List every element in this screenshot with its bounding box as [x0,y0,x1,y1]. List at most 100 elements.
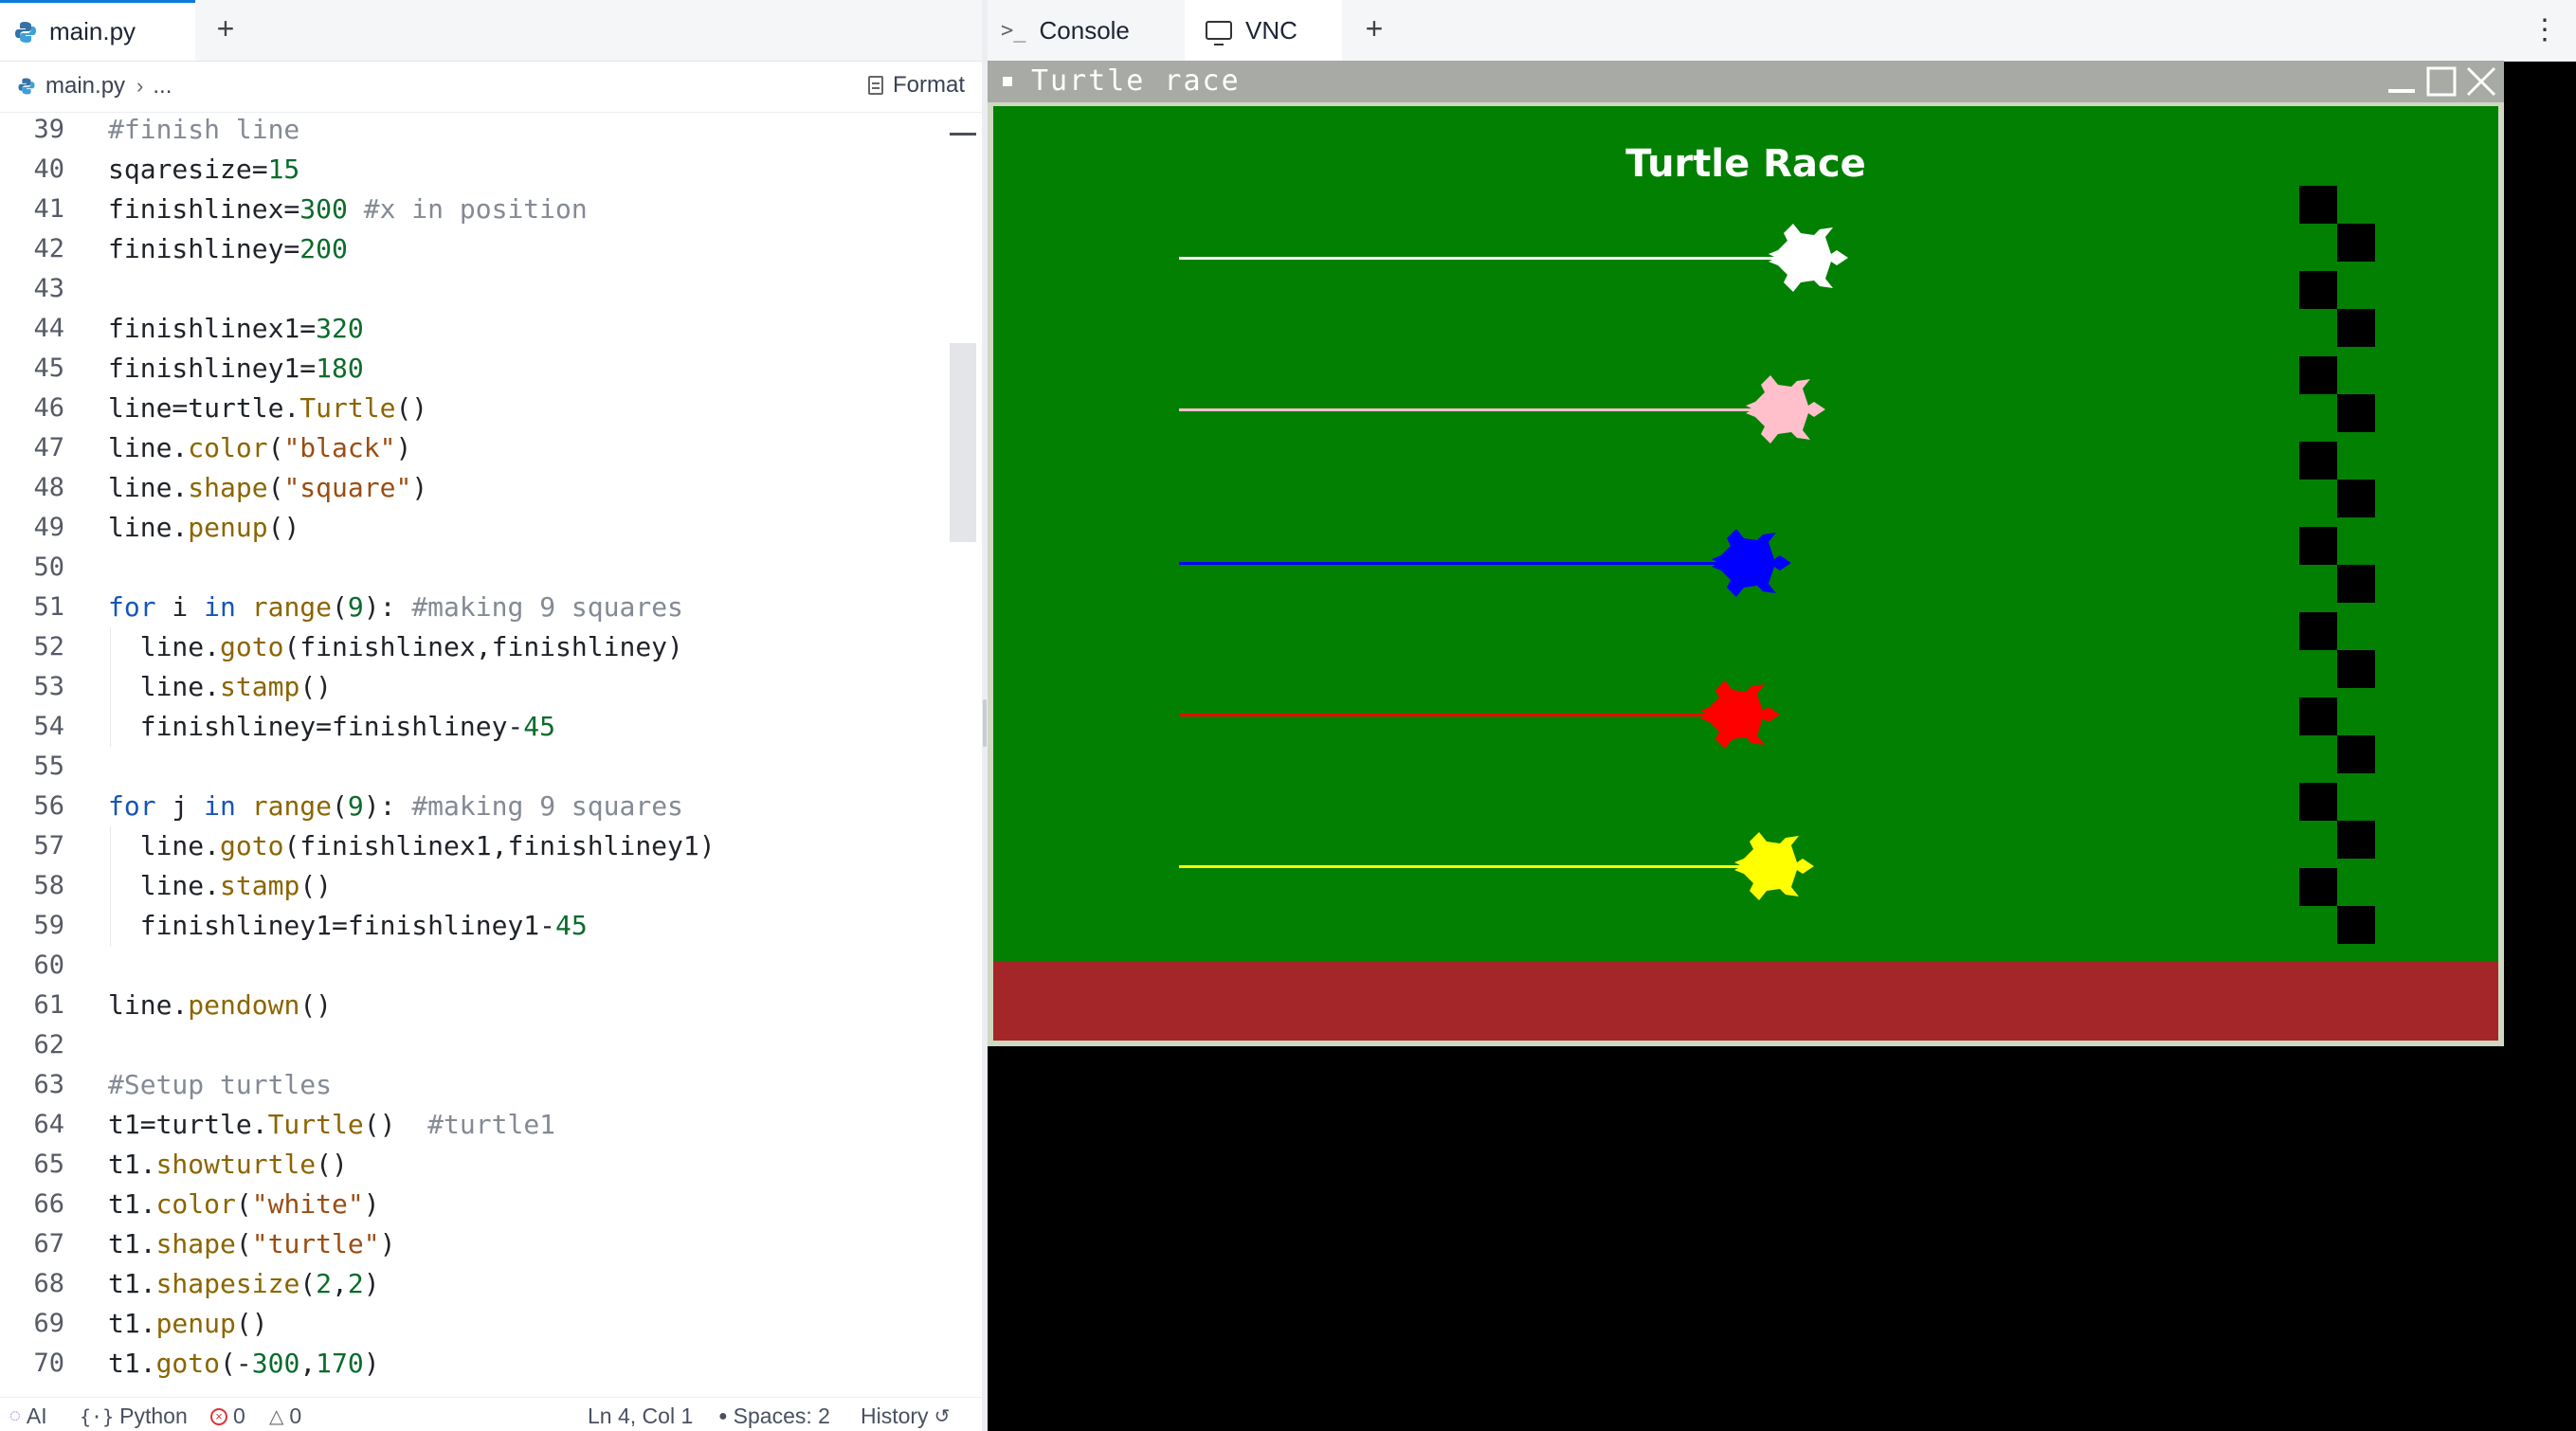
code-line[interactable]: 63 #Setup turtles [0,1065,938,1105]
error-count-label: 0 [233,1404,245,1428]
line-number: 38 [0,102,64,110]
tab-vnc[interactable]: VNC [1185,0,1342,61]
code-editor[interactable]: 38 39 #finish line 40 sqaresize=15 41 finishli… [0,102,938,1391]
warning-count-label: 0 [289,1404,302,1428]
code-line[interactable]: 43 [0,269,938,309]
code-line[interactable]: 52 line.goto(finishlinex,finishliney) [0,627,938,667]
turtle-trail [1179,714,1738,716]
breadcrumb-more[interactable]: ... [153,73,172,100]
code-line[interactable]: 64 t1=turtle.Turtle() #turtle1 [0,1105,938,1145]
finish-square [2299,271,2337,309]
code-line[interactable]: 68 t1.shapesize(2,2) [0,1264,938,1304]
chevron-right-icon: › [136,74,144,98]
code-line[interactable]: 54 finishliney=finishliney-45 [0,707,938,747]
line-number: 48 [33,473,64,502]
line-number: 41 [33,194,64,224]
code-line[interactable]: 51 for i in range(9): #making 9 squares [0,588,938,627]
close-icon[interactable] [2464,64,2498,99]
finish-square [2337,224,2375,262]
editor-scrollbar[interactable] [950,343,976,542]
line-number: 58 [33,871,64,900]
tab-console[interactable]: >_ Console [1001,0,1173,61]
window-menu-icon[interactable] [1003,77,1012,86]
code-text: line.stamp() [108,870,333,901]
code-line[interactable]: 47 line.color("black") [0,428,938,468]
format-button[interactable]: Format [867,72,965,99]
code-line[interactable]: 50 [0,548,938,588]
code-text: t1.shapesize(2,2) [108,1268,380,1299]
code-line[interactable]: 65 t1.showturtle() [0,1145,938,1185]
code-text: line.shape("square") [108,472,428,503]
turtle-sprite [1769,224,1849,292]
code-line[interactable]: 45 finishliney1=180 [0,349,938,389]
divider-grip[interactable] [983,699,987,747]
code-line[interactable]: 67 t1.shape("turtle") [0,1224,938,1264]
code-line[interactable]: 48 line.shape("square") [0,468,938,508]
language-label: Python [119,1404,188,1428]
finish-square [2337,394,2375,432]
code-line[interactable]: 44 finishlinex1=320 [0,309,938,349]
code-line[interactable]: 56 for j in range(9): #making 9 squares [0,787,938,826]
indentation-label: Spaces: 2 [733,1404,830,1428]
code-line[interactable]: 69 t1.penup() [0,1304,938,1344]
turtle-trail [1179,562,1750,565]
code-line[interactable]: 61 line.pendown() [0,986,938,1025]
code-text: #Setup turtles [108,1069,333,1100]
code-text: finishliney=finishliney-45 [108,711,556,742]
history-button[interactable]: History ↺ [861,1404,950,1429]
turtle-sprite [1699,680,1780,749]
maximize-icon[interactable] [2424,64,2458,99]
line-number: 62 [33,1030,64,1060]
code-line[interactable]: 57 line.goto(finishlinex1,finishliney1) [0,826,938,866]
code-line[interactable]: 62 [0,1025,938,1065]
tab-main-py[interactable]: main.py [0,0,195,61]
code-line[interactable]: 38 [0,102,938,110]
indent-guide [110,627,111,747]
code-line[interactable]: 66 t1.color("white") [0,1185,938,1224]
more-options-icon[interactable]: ⋮ [2531,13,2559,46]
finish-square [2299,527,2337,565]
language-status[interactable]: {·} Python [80,1404,188,1429]
line-number: 61 [33,990,64,1020]
turtle-window: Turtle race Turtle Race [988,61,2504,1046]
code-line[interactable]: 70 t1.goto(-300,170) [0,1344,938,1384]
code-text: line.penup() [108,512,300,543]
new-output-tab-button[interactable]: + [1355,11,1393,46]
breadcrumb-file[interactable]: main.py [45,73,125,100]
code-line[interactable]: 59 finishliney1=finishliney1-45 [0,906,938,946]
cursor-position[interactable]: Ln 4, Col 1 [588,1404,693,1429]
line-number: 40 [33,154,64,184]
line-number: 66 [33,1189,64,1219]
line-number: 57 [33,831,64,860]
turtle-trail [1179,257,1807,260]
code-line[interactable]: 60 [0,946,938,986]
new-tab-button[interactable]: + [207,11,245,46]
line-number: 42 [33,234,64,263]
code-line[interactable]: 39 #finish line [0,110,938,150]
code-line[interactable]: 42 finishliney=200 [0,229,938,269]
line-number: 68 [33,1269,64,1298]
window-title-bar[interactable]: Turtle race [988,61,2504,102]
output-pane: >_ Console VNC + ⋮ Turtle race Turtle Ra… [988,0,2576,1431]
line-number: 53 [33,672,64,701]
warning-count[interactable]: △ 0 [269,1404,301,1429]
code-line[interactable]: 55 [0,747,938,787]
code-line[interactable]: 40 sqaresize=15 [0,150,938,190]
indent-guide [110,826,111,946]
ai-status[interactable]: ◌ AI [9,1404,47,1429]
finish-square [2337,821,2375,859]
race-field: Turtle Race [993,106,2498,961]
code-line[interactable]: 58 line.stamp() [0,866,938,906]
indentation-status[interactable]: ● Spaces: 2 [718,1404,830,1429]
finish-square [2337,650,2375,688]
error-count[interactable]: × 0 [210,1404,245,1429]
code-line[interactable]: 49 line.penup() [0,508,938,548]
code-text: line.stamp() [108,671,333,702]
line-number: 52 [33,632,64,661]
line-number: 70 [33,1349,64,1378]
code-line[interactable]: 53 line.stamp() [0,667,938,707]
minimize-icon[interactable] [2385,64,2419,99]
finish-square [2337,735,2375,773]
code-line[interactable]: 41 finishlinex=300 #x in position [0,190,938,229]
code-line[interactable]: 46 line=turtle.Turtle() [0,389,938,428]
